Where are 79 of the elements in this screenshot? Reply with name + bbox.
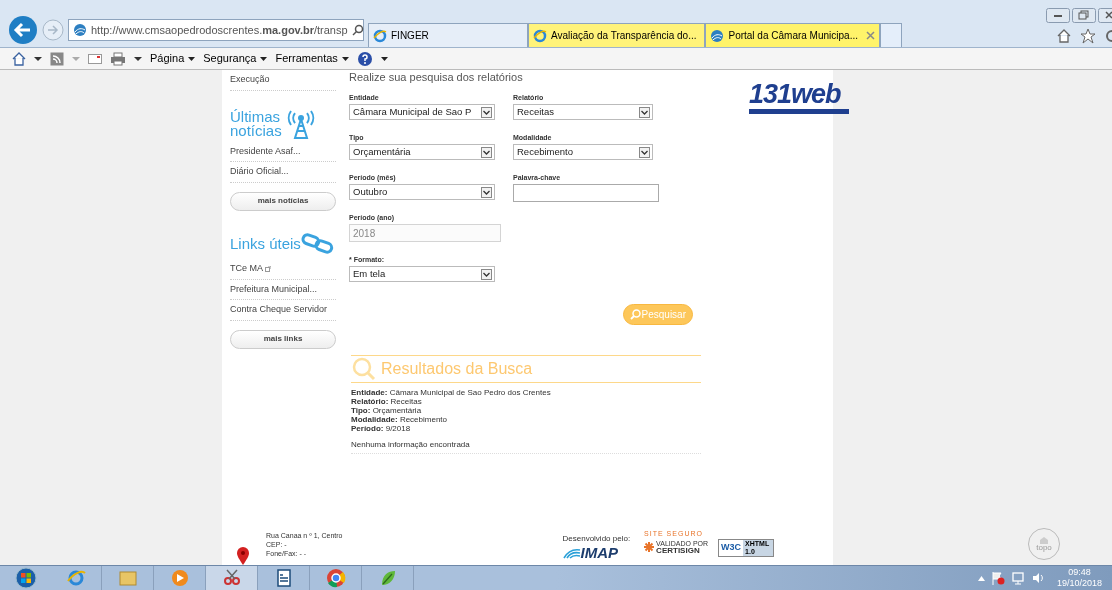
caret-icon[interactable] <box>34 54 42 63</box>
caret-icon <box>188 55 196 62</box>
logo: 131web <box>749 81 849 114</box>
search-icon <box>351 24 364 36</box>
developer-logo: IMAP <box>562 545 631 560</box>
close-icon[interactable] <box>866 31 875 40</box>
printer-icon[interactable] <box>110 51 126 66</box>
sidebar-link[interactable]: Diário Oficial... <box>230 162 336 183</box>
feed-icon[interactable] <box>50 51 64 66</box>
search-icon <box>351 356 377 382</box>
caret-icon <box>341 55 349 62</box>
summary-line: Entidade: Câmara Municipal de Sao Pedro dos Crentes <box>351 388 552 397</box>
gear-icon[interactable] <box>1104 28 1112 44</box>
waves-icon <box>562 546 581 559</box>
site-icon <box>710 28 725 43</box>
external-link-icon <box>265 265 271 272</box>
house-icon <box>1039 536 1049 544</box>
caret-icon[interactable] <box>380 55 388 62</box>
ie-icon <box>373 28 387 43</box>
antenna-icon <box>285 108 316 139</box>
sidebar-link[interactable]: Presidente Asaf... <box>230 141 336 162</box>
chain-link-icon <box>300 232 335 255</box>
input-field[interactable] <box>513 184 659 202</box>
dropdown[interactable]: Em tela <box>349 266 495 282</box>
caret-icon[interactable] <box>134 54 142 63</box>
dropdown[interactable]: Orçamentária <box>349 144 495 160</box>
results-message: Nenhuma informação encontrada <box>351 439 701 454</box>
results-title: Resultados da Busca <box>381 359 533 379</box>
menu-button[interactable]: Ferramentas <box>275 50 349 67</box>
summary-line: Modalidade: Recebimento <box>351 415 449 424</box>
sidebar-link[interactable]: Execução <box>230 70 336 91</box>
home-icon[interactable] <box>1056 28 1072 44</box>
form-heading: Realize sua pesquisa dos relatórios <box>349 71 524 83</box>
asterisk-icon <box>644 542 655 552</box>
site-icon <box>73 23 87 37</box>
browser-tab[interactable]: Portal da Câmara Municipa... <box>705 23 880 47</box>
summary-line: Relatório: Receitas <box>351 397 423 406</box>
chevron-icon <box>481 268 492 280</box>
menu-button[interactable]: Página <box>150 50 196 67</box>
sidebar-link[interactable]: Prefeitura Municipal... <box>230 279 336 300</box>
dropdown[interactable]: Outubro <box>349 184 495 200</box>
dropdown[interactable]: Câmara Municipal de Sao P <box>349 104 495 120</box>
address-bar[interactable]: http://www.cmsaopedrodoscrentes.ma.gov.br/transp <box>68 19 364 41</box>
developer-label: Desenvolvido pelo: <box>562 533 631 545</box>
browser-tab[interactable]: FINGER <box>368 23 528 47</box>
section-title: Links úteis <box>230 233 301 254</box>
more-news-button[interactable]: mais notícias <box>230 191 336 211</box>
speaker-icon[interactable] <box>1030 571 1045 585</box>
home-icon[interactable] <box>12 51 26 66</box>
close-icon[interactable] <box>1098 8 1112 23</box>
summary-line: Período: 9/2018 <box>351 424 412 433</box>
help-icon[interactable] <box>356 50 373 67</box>
search-icon <box>629 309 641 320</box>
dropdown[interactable]: Recebimento <box>513 144 653 160</box>
back-icon[interactable] <box>8 15 38 45</box>
map-pin-icon <box>236 547 250 565</box>
sidebar-link[interactable]: Contra Cheque Servidor <box>230 300 336 321</box>
section-title: Últimas notícias <box>230 109 282 138</box>
caret-icon <box>260 55 268 62</box>
sidebar-link[interactable]: TCe MA <box>230 259 336 280</box>
ie-icon <box>533 28 547 43</box>
dropdown[interactable]: Receitas <box>513 104 653 120</box>
chevron-icon <box>481 106 492 118</box>
new-tab-button[interactable] <box>880 23 902 47</box>
minimize-icon[interactable] <box>1046 8 1070 23</box>
taskbar-button[interactable] <box>206 565 258 590</box>
chevron-icon <box>481 186 492 198</box>
star-icon[interactable] <box>1080 28 1096 44</box>
chevron-icon <box>639 106 650 118</box>
menu-button[interactable]: Segurança <box>203 50 268 67</box>
chevron-icon <box>481 146 492 158</box>
chevron-icon <box>639 146 650 158</box>
network-icon[interactable] <box>1010 571 1025 585</box>
mail-icon[interactable] <box>88 52 102 65</box>
summary-line: Tipo: Orçamentária <box>351 406 423 415</box>
restore-icon[interactable] <box>1072 8 1096 23</box>
flag-icon[interactable] <box>990 571 1005 585</box>
more-links-button[interactable]: mais links <box>230 329 336 349</box>
browser-tab[interactable]: Avaliação da Transparência do... <box>528 23 706 47</box>
